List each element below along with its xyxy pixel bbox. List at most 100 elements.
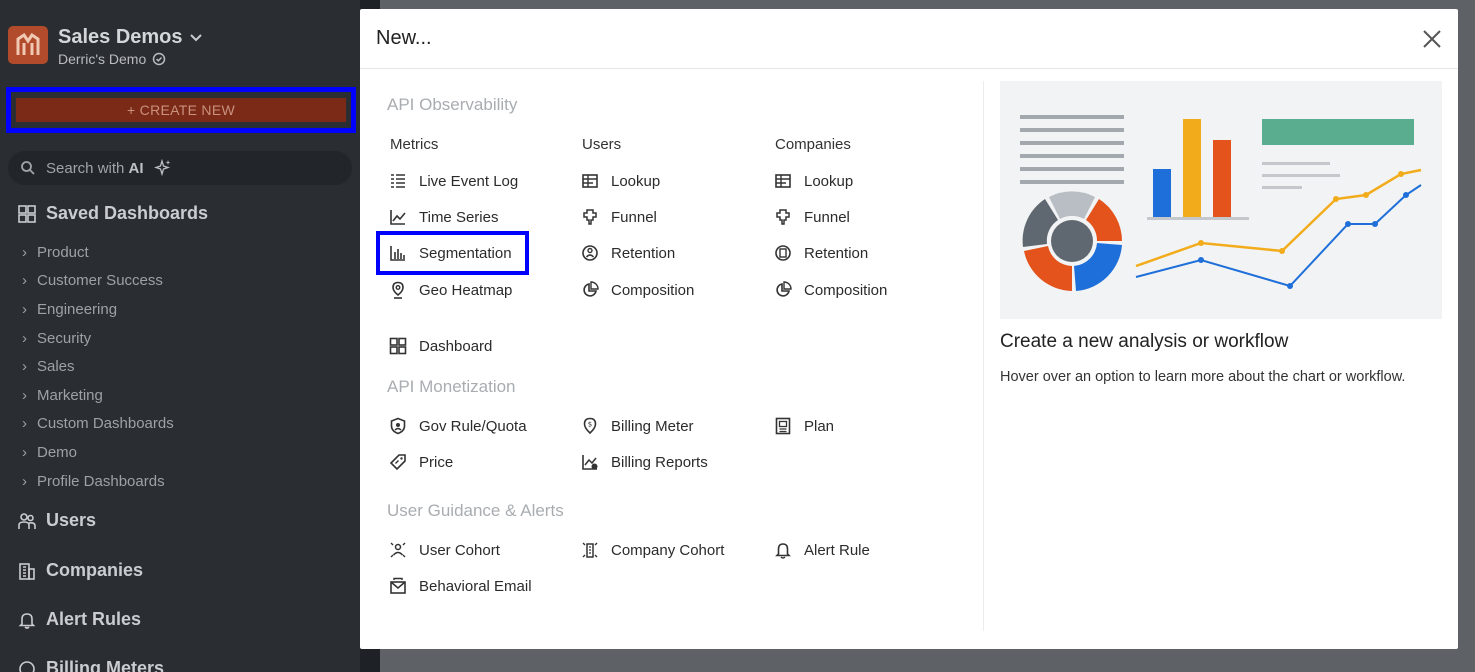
retention-icon (582, 245, 598, 261)
list-icon (391, 174, 405, 188)
option-behavioral-email[interactable]: Behavioral Email (389, 574, 532, 598)
saved-dashboards-header[interactable]: Saved Dashboards (18, 203, 208, 224)
option-user-retention[interactable]: Retention (581, 241, 675, 265)
option-company-lookup[interactable]: Lookup (774, 169, 853, 193)
chevron-right-icon: › (22, 358, 27, 376)
modal-divider (983, 81, 984, 631)
option-alert-rule[interactable]: Alert Rule (774, 538, 870, 562)
dashboard-icon (18, 204, 36, 223)
svg-text:$: $ (588, 421, 592, 429)
option-user-lookup[interactable]: Lookup (581, 169, 660, 193)
option-dashboard[interactable]: Dashboard (389, 334, 492, 358)
check-circle-icon (153, 52, 166, 66)
option-live-event-log[interactable]: Live Event Log (389, 169, 518, 193)
category-user-guidance: User Guidance & Alerts (387, 501, 564, 520)
modal-title: New... (376, 27, 432, 49)
preview-description: Hover over an option to learn more about… (1000, 369, 1406, 385)
chevron-right-icon: › (22, 272, 27, 290)
org-sub: Derric's Demo (58, 51, 147, 67)
sidebar-item-security[interactable]: › Security (22, 324, 174, 353)
org-switcher[interactable]: Sales Demos Derric's Demo (8, 26, 203, 67)
option-plan[interactable]: Plan (774, 414, 834, 438)
sidebar-item-sales[interactable]: › Sales (22, 352, 174, 381)
pie-chart-icon (583, 281, 599, 297)
preview-title: Create a new analysis or workflow (1000, 331, 1289, 352)
option-company-composition[interactable]: Composition (774, 278, 887, 302)
sidebar-alert-rules[interactable]: Alert Rules (18, 609, 141, 630)
option-geo-heatmap[interactable]: Geo Heatmap (389, 278, 512, 302)
map-pin-icon (392, 281, 404, 299)
sidebar: Sales Demos Derric's Demo + CREATE NEW S… (0, 0, 360, 672)
sidebar-item-engineering[interactable]: › Engineering (22, 295, 174, 324)
option-billing-meter[interactable]: $ Billing Meter (581, 414, 694, 438)
plan-icon (775, 417, 791, 435)
dashboard-list: › Product › Customer Success › Engineering … (22, 238, 174, 495)
billing-pin-icon: $ (583, 417, 597, 435)
company-cohort-icon (582, 542, 598, 558)
search-label: Search with (46, 159, 125, 177)
option-user-funnel[interactable]: Funnel (581, 205, 657, 229)
sidebar-item-marketing[interactable]: › Marketing (22, 381, 174, 410)
create-new-button[interactable]: + CREATE NEW (16, 98, 346, 122)
search-input[interactable]: Search with AI (8, 151, 352, 185)
chevron-right-icon: › (22, 472, 27, 490)
sidebar-item-custom-dashboards[interactable]: › Custom Dashboards (22, 410, 174, 439)
funnel-icon (776, 209, 790, 225)
new-item-modal: New... API Observability Metrics Users C… (360, 9, 1458, 649)
category-api-monetization: API Monetization (387, 377, 516, 396)
bell-icon (18, 612, 36, 629)
column-metrics: Metrics (390, 136, 439, 153)
option-company-funnel[interactable]: Funnel (774, 205, 850, 229)
create-new-highlight: + CREATE NEW (6, 87, 356, 133)
option-company-cohort[interactable]: Company Cohort (581, 538, 724, 562)
sidebar-billing-meters-label: Billing Meters (46, 658, 165, 672)
option-user-composition[interactable]: Composition (581, 278, 694, 302)
user-cohort-icon (390, 542, 406, 558)
line-chart-icon (390, 210, 406, 225)
saved-dashboards-label: Saved Dashboards (46, 203, 209, 223)
option-gov-rule-quota[interactable]: Gov Rule/Quota (389, 414, 527, 438)
modal-header: New... (360, 9, 1458, 69)
company-retention-icon (775, 245, 791, 261)
pie-chart-icon (776, 281, 792, 297)
users-icon (18, 512, 36, 529)
option-user-cohort[interactable]: User Cohort (389, 538, 500, 562)
table-icon (582, 174, 598, 188)
org-name: Sales Demos (58, 26, 183, 48)
close-icon[interactable] (1420, 27, 1444, 51)
chevron-right-icon: › (22, 300, 27, 318)
sidebar-companies-label: Companies (46, 560, 144, 580)
column-users: Users (582, 136, 622, 153)
tag-icon (389, 454, 406, 471)
chevron-right-icon: › (22, 243, 27, 261)
option-segmentation[interactable]: Segmentation (389, 241, 512, 265)
sidebar-users[interactable]: Users (18, 510, 96, 531)
bar-chart-icon (390, 246, 405, 261)
column-companies: Companies (775, 136, 851, 153)
sidebar-companies[interactable]: Companies (18, 560, 143, 581)
option-price[interactable]: Price (389, 450, 453, 474)
sidebar-alert-rules-label: Alert Rules (46, 609, 142, 629)
sidebar-users-label: Users (46, 510, 97, 530)
search-icon (21, 161, 35, 175)
shield-icon (390, 417, 406, 435)
sidebar-item-product[interactable]: › Product (22, 238, 174, 267)
org-logo (8, 26, 48, 64)
option-company-retention[interactable]: Retention (774, 241, 868, 265)
category-api-observability: API Observability (387, 95, 518, 114)
option-time-series[interactable]: Time Series (389, 205, 498, 229)
chevron-right-icon: › (22, 415, 27, 433)
chevron-right-icon: › (22, 329, 27, 347)
option-billing-reports[interactable]: Billing Reports (581, 450, 708, 474)
sidebar-item-customer-success[interactable]: › Customer Success (22, 267, 174, 296)
dashboard-icon (389, 337, 407, 355)
billing-meter-icon (19, 660, 35, 672)
sidebar-item-demo[interactable]: › Demo (22, 438, 174, 467)
table-icon (775, 174, 791, 188)
preview-illustration (1000, 81, 1442, 319)
search-ai-label: AI (128, 159, 144, 177)
sparkle-icon (153, 159, 171, 177)
sidebar-item-profile-dashboards[interactable]: › Profile Dashboards (22, 467, 174, 496)
sidebar-billing-meters[interactable]: Billing Meters (18, 658, 164, 672)
chevron-down-icon[interactable] (189, 31, 203, 45)
